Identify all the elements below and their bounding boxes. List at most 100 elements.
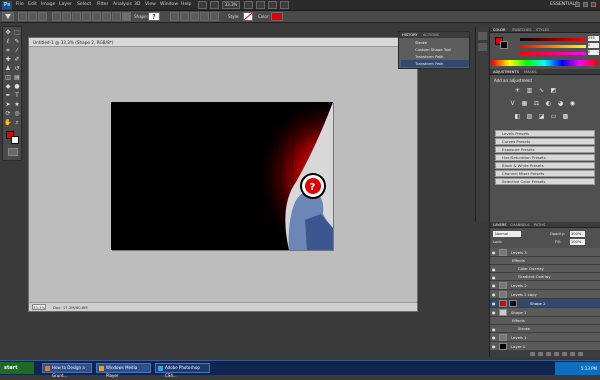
eye-icon[interactable]: ● bbox=[492, 283, 497, 288]
lasso-tool-icon[interactable]: ℓ bbox=[4, 38, 12, 46]
black-white-icon[interactable]: ◐ bbox=[544, 100, 553, 108]
crop-tool-icon[interactable]: ⌗ bbox=[4, 47, 12, 55]
gradient-tool-icon[interactable]: ▤ bbox=[13, 74, 21, 82]
history-row[interactable]: Custom Shape Tool bbox=[401, 46, 469, 53]
green-slider[interactable] bbox=[520, 45, 586, 48]
tab-actions[interactable]: ACTIONS bbox=[423, 33, 439, 37]
eye-icon[interactable]: ● bbox=[492, 344, 497, 349]
menu-analysis[interactable]: Analysis bbox=[113, 2, 132, 7]
healing-brush-tool-icon[interactable]: ✚ bbox=[4, 56, 12, 64]
preset-row[interactable]: Channel Mixer Presets bbox=[495, 170, 595, 177]
red-value[interactable]: 255 bbox=[588, 36, 599, 41]
zoom-field[interactable]: 33.3% bbox=[32, 304, 46, 310]
history-row[interactable]: Transform Path bbox=[401, 53, 469, 60]
history-brush-tool-icon[interactable]: ↺ bbox=[13, 65, 21, 73]
preset-row[interactable]: Exposure Presets bbox=[495, 146, 595, 153]
blend-mode-select[interactable]: Normal bbox=[493, 231, 521, 237]
layer-row[interactable]: ● Levels 2 bbox=[490, 281, 600, 290]
trash-icon[interactable] bbox=[578, 352, 583, 356]
fill-field[interactable]: 100% bbox=[570, 239, 585, 245]
tab-history[interactable]: HISTORY bbox=[402, 33, 418, 37]
preset-row[interactable]: Levels Presets bbox=[495, 130, 595, 137]
preset-row[interactable]: Hue/Saturation Presets bbox=[495, 154, 595, 161]
taskbar-item-active[interactable]: Adobe Photoshop CS4... bbox=[155, 363, 210, 378]
menu-filter[interactable]: Filter bbox=[97, 2, 108, 7]
polygon-option[interactable] bbox=[102, 12, 111, 21]
layer-row[interactable]: ● Layer 1 bbox=[490, 342, 600, 351]
menu-select[interactable]: Select bbox=[77, 2, 91, 7]
color-balance-icon[interactable]: ⚖ bbox=[532, 100, 541, 108]
screen-mode-button[interactable] bbox=[280, 1, 289, 9]
tool-preset-picker[interactable] bbox=[2, 12, 14, 21]
rectangle-option[interactable] bbox=[72, 12, 81, 21]
hue-saturation-icon[interactable]: ▦ bbox=[520, 100, 529, 108]
channel-mixer-icon[interactable]: ◉ bbox=[568, 100, 577, 108]
start-button[interactable]: start bbox=[0, 362, 34, 374]
mini-bridge-button[interactable] bbox=[210, 1, 219, 9]
fill-pixels-mode[interactable] bbox=[38, 12, 47, 21]
layer-row[interactable]: ● Shape 1 bbox=[490, 308, 600, 317]
layer-row-selected[interactable]: ● Shape 2 bbox=[490, 299, 600, 308]
intersect-shape-button[interactable] bbox=[200, 12, 209, 21]
effect-row[interactable]: ● Color Overlay bbox=[490, 265, 600, 273]
canvas[interactable]: ? bbox=[111, 102, 333, 250]
tab-channels[interactable]: CHANNELS bbox=[510, 223, 530, 227]
history-row-selected[interactable]: Transform Path bbox=[401, 60, 469, 67]
background-color-swatch[interactable] bbox=[11, 136, 19, 144]
eye-icon[interactable]: ● bbox=[492, 267, 497, 272]
quick-select-tool-icon[interactable]: ✎ bbox=[13, 38, 21, 46]
posterize-icon[interactable]: ▨ bbox=[525, 113, 534, 121]
layer-row[interactable]: ● Levels 1 bbox=[490, 333, 600, 342]
tab-styles[interactable]: STYLES bbox=[536, 28, 549, 32]
tab-swatches[interactable]: SWATCHES bbox=[512, 28, 532, 32]
preset-row[interactable]: Black & White Presets bbox=[495, 162, 595, 169]
invert-icon[interactable]: ◧ bbox=[513, 113, 522, 121]
tab-adjustments[interactable]: ADJUSTMENTS bbox=[493, 70, 519, 74]
close-button[interactable] bbox=[591, 2, 596, 7]
line-option[interactable] bbox=[112, 12, 121, 21]
move-tool-icon[interactable]: ✥ bbox=[4, 29, 12, 37]
color-panel-background[interactable] bbox=[500, 41, 508, 49]
menu-image[interactable]: Image bbox=[41, 2, 55, 7]
marquee-tool-icon[interactable]: ⬚ bbox=[13, 29, 21, 37]
curves-icon[interactable]: ∿ bbox=[537, 87, 546, 95]
rounded-rectangle-option[interactable] bbox=[82, 12, 91, 21]
taskbar-item[interactable]: Windows Media Player bbox=[96, 363, 151, 378]
brush-tool-icon[interactable]: ✐ bbox=[13, 56, 21, 64]
color-spectrum[interactable] bbox=[492, 60, 597, 66]
effect-row[interactable]: ● Stroke bbox=[490, 325, 600, 333]
gradient-map-icon[interactable]: ▭ bbox=[549, 113, 558, 121]
menu-window[interactable]: Window bbox=[160, 2, 178, 7]
eye-icon[interactable]: ● bbox=[492, 301, 497, 306]
layer-row[interactable]: ● Levels 2 copy bbox=[490, 290, 600, 299]
history-row[interactable]: Stroke bbox=[401, 39, 469, 46]
shape-layers-mode[interactable] bbox=[18, 12, 27, 21]
paths-mode[interactable] bbox=[28, 12, 37, 21]
exclude-shape-button[interactable] bbox=[210, 12, 219, 21]
blur-tool-icon[interactable]: ◆ bbox=[4, 83, 12, 91]
preset-row[interactable]: Curves Presets bbox=[495, 138, 595, 145]
color-swatch[interactable] bbox=[271, 12, 283, 21]
green-value[interactable]: 0 bbox=[588, 43, 599, 48]
layer-row[interactable]: ● Levels 3 bbox=[490, 248, 600, 257]
document-title[interactable]: Untitled-1 @ 33.3% (Shape 2, RGB/8*) bbox=[29, 38, 417, 47]
link-layers-icon[interactable] bbox=[530, 352, 535, 356]
brightness-contrast-icon[interactable]: ☀ bbox=[513, 87, 522, 95]
3d-rotate-tool-icon[interactable]: ⟳ bbox=[4, 110, 12, 118]
zoom-tool-icon[interactable]: ⌕ bbox=[13, 119, 21, 127]
hand-tool-button[interactable] bbox=[244, 1, 253, 9]
eraser-tool-icon[interactable]: ◫ bbox=[4, 74, 12, 82]
custom-shape-option[interactable] bbox=[122, 12, 131, 21]
tab-masks[interactable]: MASKS bbox=[524, 70, 536, 74]
levels-icon[interactable]: ▥ bbox=[525, 87, 534, 95]
group-icon[interactable] bbox=[562, 352, 567, 356]
hand-tool-icon[interactable]: ✋ bbox=[4, 119, 12, 127]
pen-tool-option[interactable] bbox=[52, 12, 61, 21]
tab-paths[interactable]: PATHS bbox=[534, 223, 545, 227]
rotate-view-button[interactable] bbox=[256, 1, 265, 9]
eye-icon[interactable]: ● bbox=[492, 310, 497, 315]
style-picker[interactable] bbox=[243, 12, 253, 21]
opacity-field[interactable]: 100% bbox=[570, 231, 585, 237]
preset-row[interactable]: Selective Color Presets bbox=[495, 178, 595, 185]
workspace-switcher[interactable]: ESSENTIALS bbox=[550, 2, 578, 7]
